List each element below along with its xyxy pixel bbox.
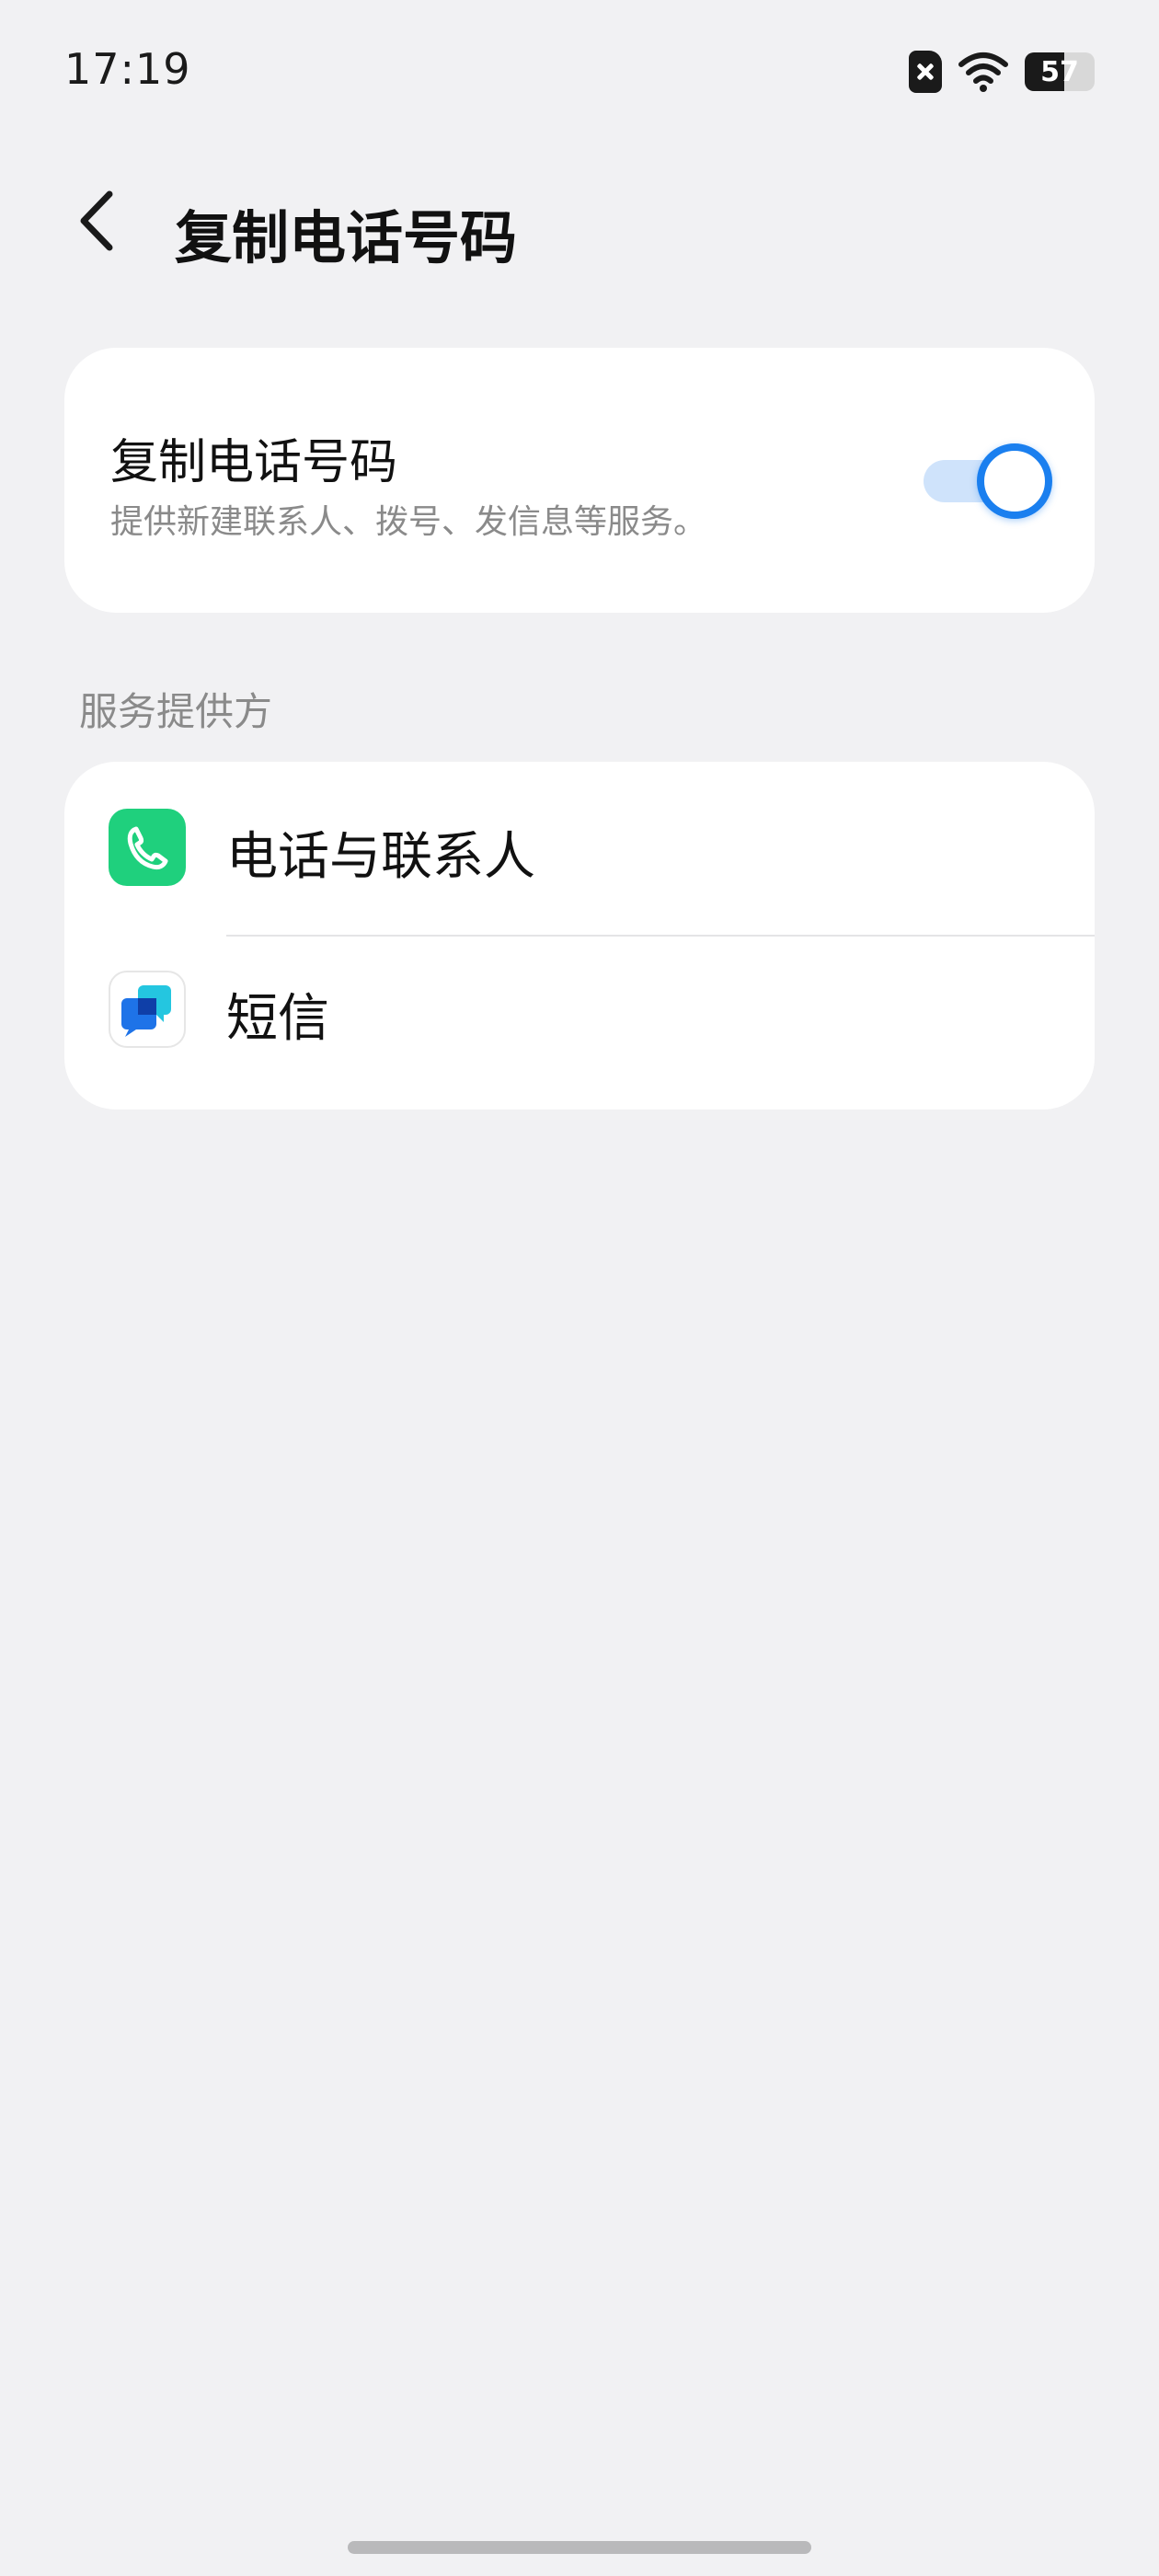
app-header: 复制电话号码 [0,166,1159,276]
phone-app-icon [109,809,186,886]
battery-level: 57 [1040,55,1079,88]
copy-number-card[interactable]: 复制电话号码 提供新建联系人、拨号、发信息等服务。 [64,348,1095,613]
toggle-title: 复制电话号码 [110,435,398,490]
no-sim-icon [909,51,942,93]
status-bar: 17:19 57 [0,0,1159,147]
phone-handset-icon [127,826,168,870]
back-button[interactable] [66,186,127,256]
messages-app-icon [109,971,186,1048]
battery-body: 57 [1025,52,1095,91]
copy-number-switch[interactable] [924,443,1052,519]
provider-item-phone[interactable]: 电话与联系人 [64,767,1095,927]
switch-knob [977,443,1052,519]
battery-icon: 57 [1025,52,1095,91]
section-label: 服务提供方 [79,689,273,734]
home-indicator[interactable] [348,2541,811,2554]
providers-card: 电话与联系人 短信 [64,762,1095,1110]
wifi-icon [958,52,1008,92]
toggle-subtitle: 提供新建联系人、拨号、发信息等服务。 [110,503,707,541]
provider-label-messages: 短信 [226,989,329,1049]
chat-bubbles-icon [121,985,171,1037]
chevron-left-icon [80,190,113,251]
provider-label-phone: 电话与联系人 [226,827,535,887]
provider-item-messages[interactable]: 短信 [64,929,1095,1089]
status-time: 17:19 [64,44,191,94]
status-icons: 57 [909,51,1095,93]
page-title: 复制电话号码 [175,204,518,271]
